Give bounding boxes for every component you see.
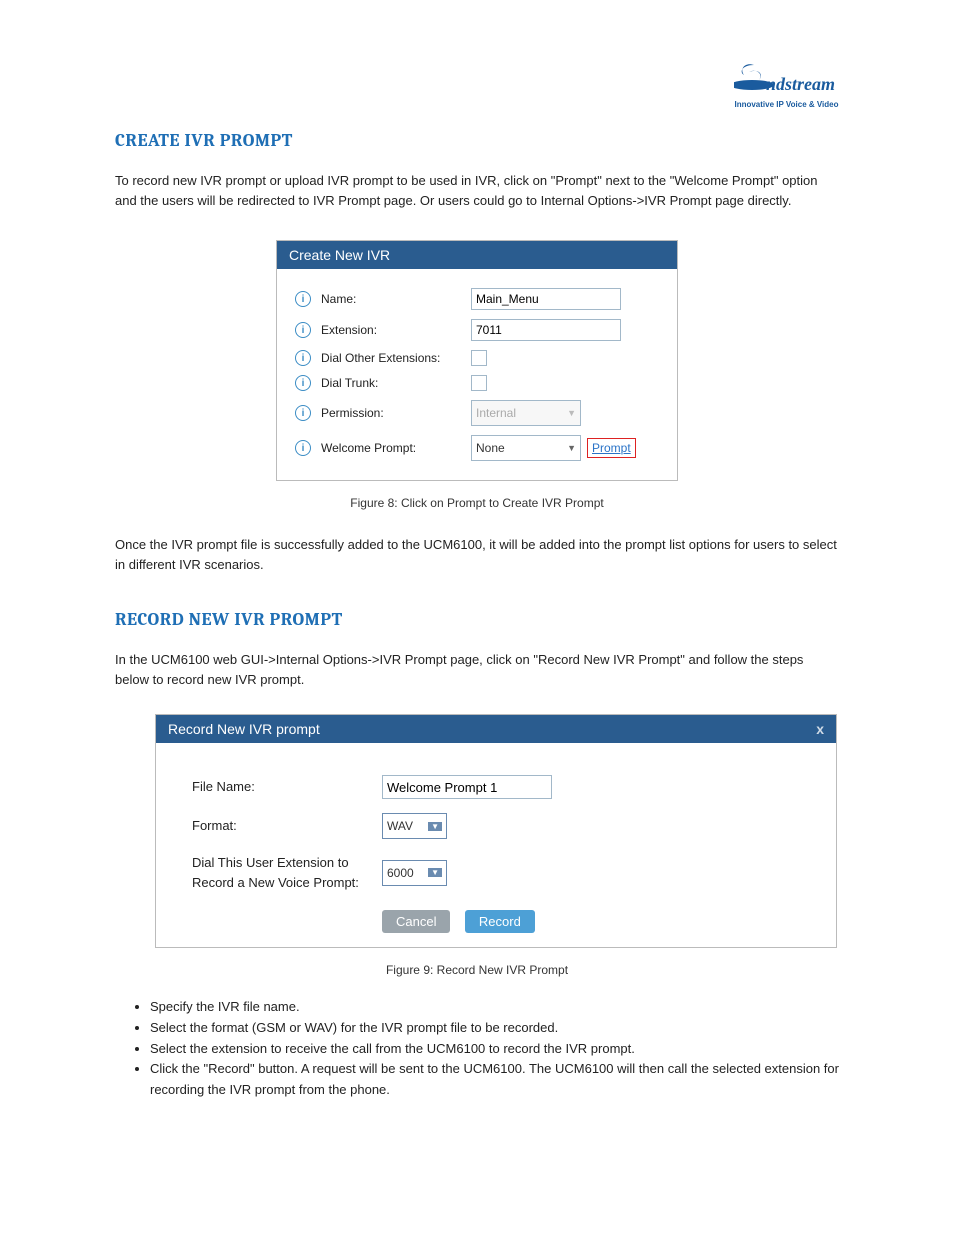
grandstream-logo-icon: ndstream <box>734 60 839 100</box>
dial-other-checkbox[interactable] <box>471 350 487 366</box>
name-label: Name: <box>321 292 471 306</box>
dial-ext-select[interactable]: 6000 ▼ <box>382 860 447 886</box>
info-icon[interactable]: i <box>295 322 311 338</box>
create-ivr-panel: Create New IVR i Name: i Extension: i Di… <box>276 240 678 481</box>
info-icon[interactable]: i <box>295 375 311 391</box>
record-button[interactable]: Record <box>465 910 535 933</box>
cancel-button[interactable]: Cancel <box>382 910 450 933</box>
panel-header-record-ivr: Record New IVR prompt x <box>156 715 836 743</box>
extension-label: Extension: <box>321 323 471 337</box>
dial-ext-label: Dial This User Extension to Record a New… <box>192 853 382 892</box>
format-select[interactable]: WAV ▼ <box>382 813 447 839</box>
dial-trunk-label: Dial Trunk: <box>321 376 471 390</box>
welcome-prompt-select[interactable]: None ▼ <box>471 435 581 461</box>
outro-text-1: Once the IVR prompt file is successfully… <box>115 535 839 574</box>
chevron-down-icon: ▼ <box>567 443 576 453</box>
info-icon[interactable]: i <box>295 405 311 421</box>
list-item: Select the format (GSM or WAV) for the I… <box>150 1018 839 1039</box>
close-icon[interactable]: x <box>816 721 824 737</box>
intro-text-1: To record new IVR prompt or upload IVR p… <box>115 171 839 210</box>
file-name-input[interactable] <box>382 775 552 799</box>
list-item: Select the extension to receive the call… <box>150 1039 839 1060</box>
bullet-list: Specify the IVR file name. Select the fo… <box>115 997 839 1101</box>
chevron-down-icon: ▼ <box>428 868 442 877</box>
figure-caption-8: Figure 8: Click on Prompt to Create IVR … <box>115 496 839 510</box>
permission-label: Permission: <box>321 406 471 420</box>
panel-header-create-ivr: Create New IVR <box>277 241 677 269</box>
extension-input[interactable] <box>471 319 621 341</box>
permission-select: Internal ▼ <box>471 400 581 426</box>
info-icon[interactable]: i <box>295 350 311 366</box>
prompt-link[interactable]: Prompt <box>587 438 636 458</box>
chevron-down-icon: ▼ <box>567 408 576 418</box>
record-ivr-panel: Record New IVR prompt x File Name: Forma… <box>155 714 837 948</box>
dial-trunk-checkbox[interactable] <box>471 375 487 391</box>
welcome-prompt-label: Welcome Prompt: <box>321 441 471 455</box>
dial-other-label: Dial Other Extensions: <box>321 351 471 365</box>
list-item: Click the "Record" button. A request wil… <box>150 1059 839 1101</box>
svg-text:ndstream: ndstream <box>766 74 835 94</box>
logo-tagline: Innovative IP Voice & Video <box>734 100 839 109</box>
logo: ndstream Innovative IP Voice & Video <box>734 60 839 109</box>
intro-text-2: In the UCM6100 web GUI->Internal Options… <box>115 650 839 689</box>
name-input[interactable] <box>471 288 621 310</box>
section-title-record-ivr: RECORD NEW IVR PROMPT <box>115 609 839 630</box>
list-item: Specify the IVR file name. <box>150 997 839 1018</box>
chevron-down-icon: ▼ <box>428 822 442 831</box>
section-title-create-ivr: CREATE IVR PROMPT <box>115 130 839 151</box>
info-icon[interactable]: i <box>295 440 311 456</box>
info-icon[interactable]: i <box>295 291 311 307</box>
file-name-label: File Name: <box>192 777 382 797</box>
format-label: Format: <box>192 816 382 836</box>
figure-caption-9: Figure 9: Record New IVR Prompt <box>115 963 839 977</box>
